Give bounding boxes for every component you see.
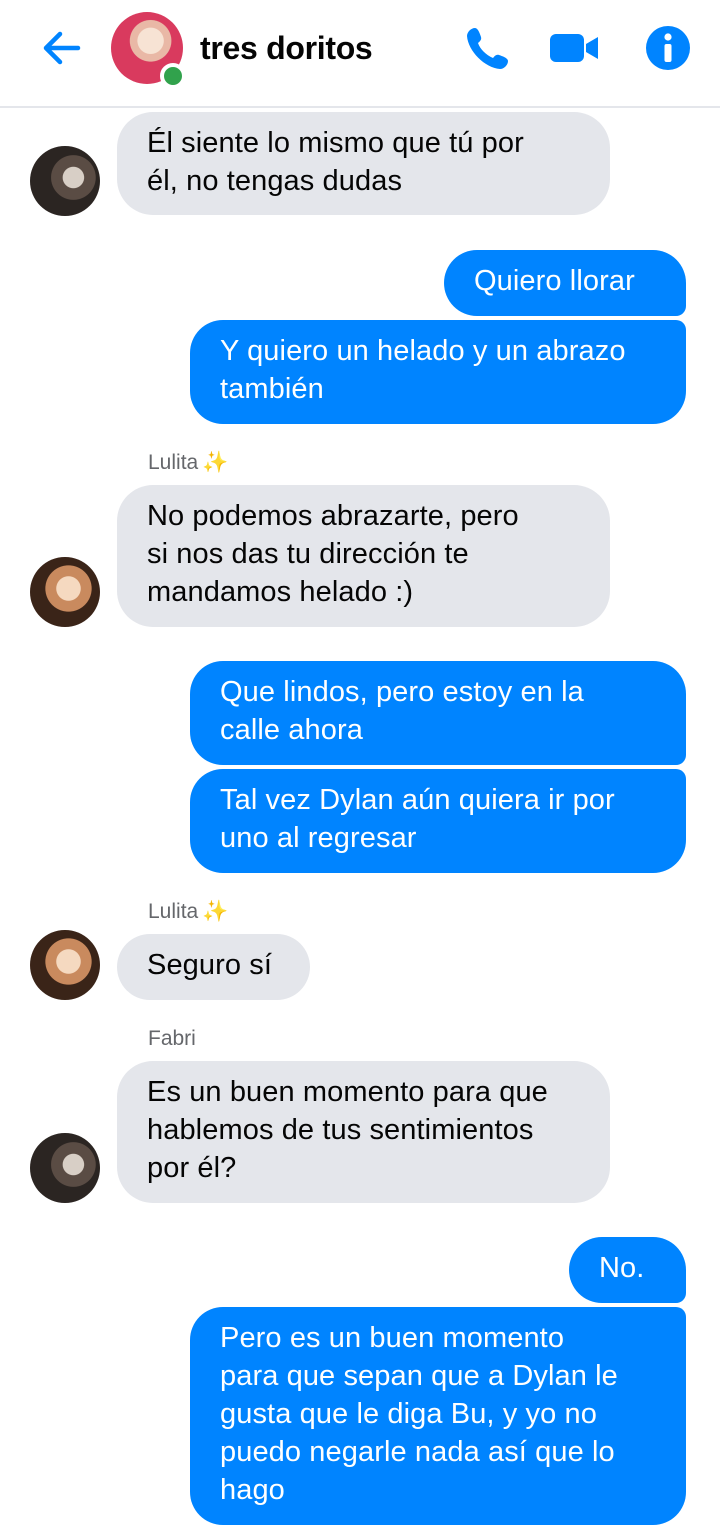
message-outgoing[interactable]: Quiero llorar bbox=[444, 250, 686, 316]
sender-name: Lulita ✨ bbox=[148, 451, 229, 474]
message-incoming[interactable]: No podemos abrazarte, pero si nos das tu… bbox=[117, 485, 610, 627]
message-incoming[interactable]: Es un buen momento para que hablemos de … bbox=[117, 1061, 610, 1203]
message-outgoing[interactable]: Y quiero un helado y un abrazo también bbox=[190, 320, 686, 424]
message-incoming[interactable]: Seguro sí bbox=[117, 934, 310, 1000]
chat-header: tres doritos bbox=[0, 0, 720, 108]
message-outgoing[interactable]: Que lindos, pero estoy en la calle ahora bbox=[190, 661, 686, 765]
info-icon[interactable] bbox=[642, 22, 694, 74]
chat-title[interactable]: tres doritos bbox=[200, 26, 373, 70]
sparkles-emoji: ✨ bbox=[202, 451, 229, 474]
video-camera-icon[interactable] bbox=[548, 22, 600, 74]
message-outgoing[interactable]: Tal vez Dylan aún quiera ir por uno al r… bbox=[190, 769, 686, 873]
avatar-fabri[interactable] bbox=[30, 146, 100, 216]
phone-icon[interactable] bbox=[462, 22, 514, 74]
avatar-lulita[interactable] bbox=[30, 930, 100, 1000]
message-outgoing[interactable]: Pero es un buen momento para que sepan q… bbox=[190, 1307, 686, 1525]
message-incoming[interactable]: Él siente lo mismo que tú por él, no ten… bbox=[117, 112, 610, 215]
message-outgoing[interactable]: No. bbox=[569, 1237, 686, 1303]
online-status-dot bbox=[160, 63, 186, 89]
sender-name: Fabri bbox=[148, 1027, 196, 1050]
sparkles-emoji: ✨ bbox=[202, 900, 229, 923]
sender-name: Lulita ✨ bbox=[148, 900, 229, 923]
avatar-fabri[interactable] bbox=[30, 1133, 100, 1203]
arrow-left-icon[interactable] bbox=[38, 24, 86, 72]
avatar-lulita[interactable] bbox=[30, 557, 100, 627]
